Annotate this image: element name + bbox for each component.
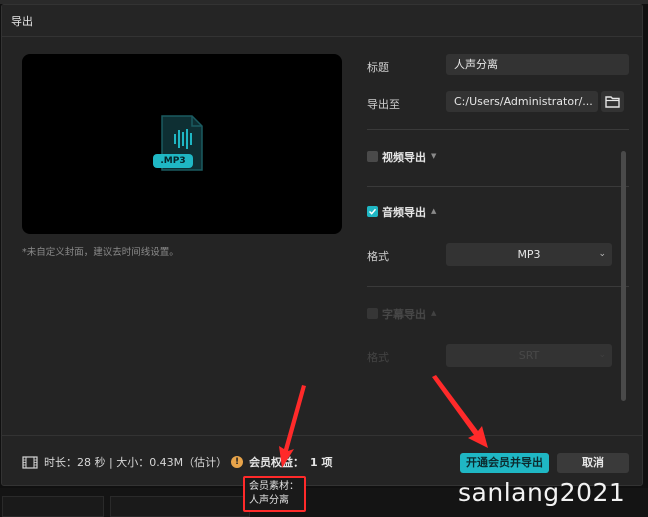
audio-export-checkbox[interactable] xyxy=(367,206,378,217)
audio-export-label: 音频导出 xyxy=(382,206,426,219)
subscribe-and-export-button[interactable]: 开通会员并导出 xyxy=(460,453,549,473)
annotation-line-1: 会员素材： xyxy=(249,481,299,492)
browse-folder-button[interactable] xyxy=(601,91,624,112)
chevron-down-icon: ⌄ xyxy=(598,350,606,360)
folder-icon xyxy=(605,96,620,108)
annotation-callout: 会员素材： 人声分离 xyxy=(243,476,306,512)
section-divider xyxy=(367,286,629,287)
export-info: 时长：28 秒 | 大小：0.43M（估计） xyxy=(22,454,227,470)
subtitle-export-label: 字幕导出 xyxy=(382,308,426,321)
title-label: 标题 xyxy=(367,61,389,74)
audio-format-value: MP3 xyxy=(517,248,541,261)
watermark-text: sanlang2021 xyxy=(458,478,626,507)
video-export-checkbox[interactable] xyxy=(367,151,378,162)
cover-preview: .MP3 xyxy=(22,54,342,234)
video-export-label: 视频导出 xyxy=(382,151,426,164)
chevron-down-icon: ⌄ xyxy=(598,249,606,259)
film-icon xyxy=(22,455,38,469)
warning-icon: ! xyxy=(231,456,243,468)
audio-format-label: 格式 xyxy=(367,250,389,263)
subtitle-export-checkbox[interactable] xyxy=(367,308,378,319)
export-to-label: 导出至 xyxy=(367,98,400,111)
footer-divider xyxy=(2,435,642,436)
subtitle-format-value: SRT xyxy=(518,349,540,362)
cover-hint-text: *未自定义封面，建议去时间线设置。 xyxy=(22,247,179,258)
dialog-title: 导出 xyxy=(11,15,33,28)
dialog-titlebar: 导出 xyxy=(2,5,642,37)
section-divider xyxy=(367,186,629,187)
section-divider xyxy=(367,129,629,130)
subtitle-format-select[interactable]: SRT ⌄ xyxy=(446,344,612,367)
caret-up-icon[interactable]: ▲ xyxy=(431,309,436,317)
export-path-input[interactable]: C:/Users/Administrator/... xyxy=(446,91,598,112)
cancel-button[interactable]: 取消 xyxy=(557,453,629,473)
member-benefits-label: 会员权益： xyxy=(249,456,304,469)
export-dialog: 导出 .MP3 *未自定义封面，建议去时间线设置。 标题 人声分离 导出至 C:… xyxy=(1,4,643,486)
duration-size-text: 时长：28 秒 | 大小：0.43M（估计） xyxy=(44,456,228,469)
subtitle-format-label: 格式 xyxy=(367,351,389,364)
settings-scrollbar[interactable] xyxy=(621,151,626,401)
check-icon xyxy=(368,208,377,215)
member-benefits[interactable]: ! 会员权益： 1 项 xyxy=(231,454,332,470)
audio-format-select[interactable]: MP3 ⌄ xyxy=(446,243,612,266)
background-track-block xyxy=(110,496,250,517)
background-track-block xyxy=(2,496,104,517)
caret-down-icon[interactable]: ▼ xyxy=(431,152,436,160)
file-format-badge: .MP3 xyxy=(153,154,193,168)
annotation-line-2: 人声分离 xyxy=(249,495,289,506)
title-input[interactable]: 人声分离 xyxy=(446,54,629,75)
caret-up-icon[interactable]: ▲ xyxy=(431,207,436,215)
member-benefits-count: 1 项 xyxy=(310,456,333,469)
